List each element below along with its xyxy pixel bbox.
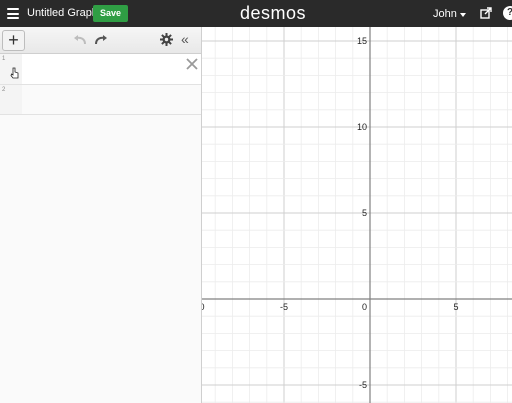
expression-index: 1 <box>2 56 6 62</box>
expression-toolbar: + « <box>0 27 201 54</box>
redo-icon[interactable] <box>94 34 108 46</box>
expression-index: 2 <box>2 87 6 93</box>
y-tick-label: 5 <box>362 208 367 218</box>
add-expression-button[interactable]: + <box>2 30 25 51</box>
expression-input[interactable] <box>24 91 174 109</box>
menu-icon[interactable] <box>7 8 19 19</box>
y-tick-label: 15 <box>357 36 367 46</box>
graph-canvas[interactable]: -10 -5 0 5 15 10 5 -5 <box>202 27 512 403</box>
desmos-logo: desmos <box>240 3 307 23</box>
expression-row[interactable]: 2 <box>0 85 201 115</box>
expression-gutter: 2 <box>0 85 22 114</box>
expression-input[interactable] <box>24 60 174 78</box>
share-icon[interactable] <box>480 7 492 19</box>
pointer-cursor-icon <box>10 67 19 79</box>
y-tick-label: 10 <box>357 122 367 132</box>
x-tick-label: -10 <box>202 302 205 312</box>
y-tick-label: -5 <box>359 380 367 390</box>
save-button[interactable]: Save <box>93 5 128 22</box>
collapse-panel-icon[interactable]: « <box>181 31 189 47</box>
top-bar: Untitled Graph Save desmos John ? <box>0 0 512 27</box>
close-icon[interactable] <box>185 57 199 71</box>
expression-row[interactable]: 1 <box>0 54 201 85</box>
help-icon[interactable]: ? <box>503 6 512 20</box>
gear-icon[interactable] <box>160 33 173 46</box>
x-tick-label: -5 <box>280 302 288 312</box>
origin-label: 0 <box>362 302 367 312</box>
graph-title[interactable]: Untitled Graph <box>27 7 98 19</box>
x-tick-label: 5 <box>453 302 458 312</box>
user-menu[interactable]: John <box>433 8 457 20</box>
undo-icon[interactable] <box>73 34 87 46</box>
expression-panel: + « 1 2 <box>0 27 202 403</box>
chevron-down-icon[interactable] <box>460 13 466 17</box>
